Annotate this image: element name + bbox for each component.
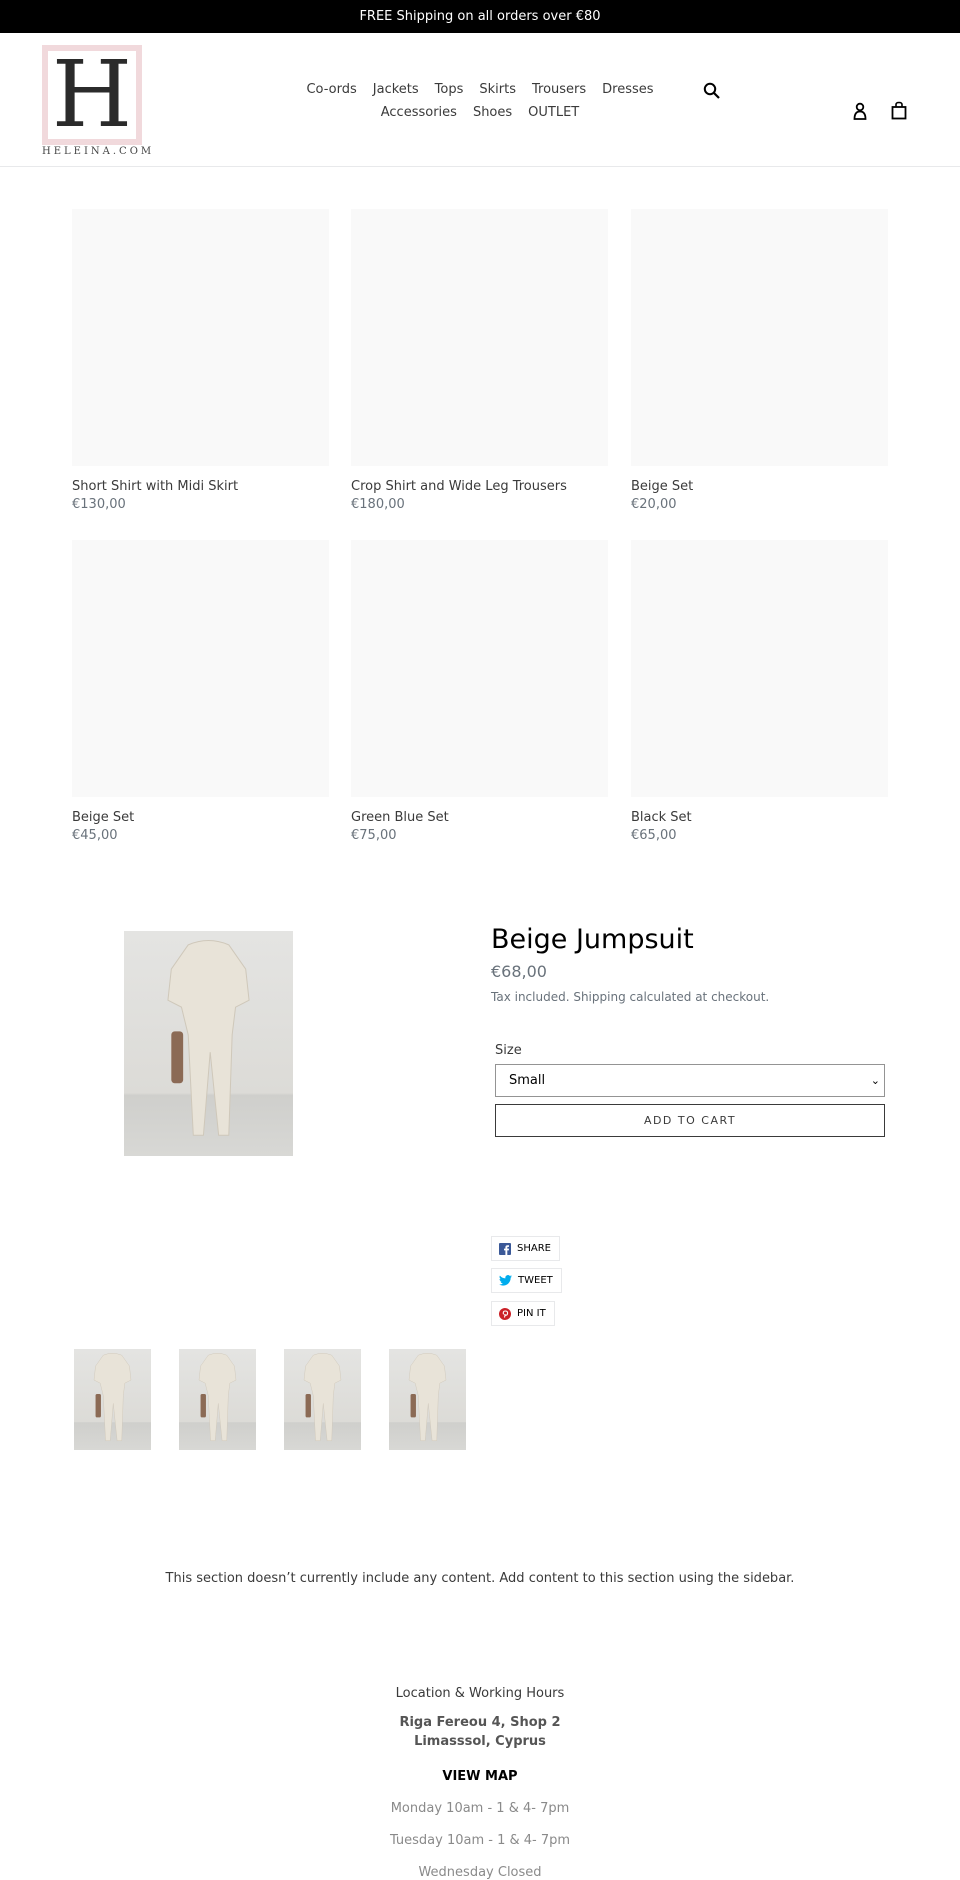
pinterest-pin-button[interactable]: PIN IT [491, 1301, 555, 1326]
product-card-image[interactable] [72, 540, 329, 797]
tax-note: Tax included. Shipping calculated at che… [491, 990, 770, 1004]
product-title: Beige Jumpsuit [491, 924, 694, 955]
facebook-icon [499, 1242, 511, 1255]
add-to-cart-button[interactable]: ADD TO CART [495, 1104, 885, 1137]
product-thumbnail[interactable] [179, 1349, 256, 1450]
product-price: €68,00 [491, 962, 547, 981]
product-thumbnail[interactable] [284, 1349, 361, 1450]
product-card-image[interactable] [631, 540, 888, 797]
user-icon[interactable] [852, 102, 868, 120]
product-card-price: €45,00 [72, 828, 118, 843]
product-card-price: €130,00 [72, 497, 126, 512]
nav-co-ords[interactable]: Co-ords [306, 82, 356, 97]
hours-wednesday: Wednesday Closed [418, 1865, 542, 1880]
footer-heading: Location & Working Hours [395, 1686, 565, 1701]
pin-it-label: PIN IT [517, 1308, 546, 1319]
product-thumbnail[interactable] [74, 1349, 151, 1450]
nav-tops[interactable]: Tops [435, 82, 464, 97]
tweet-label: TWEET [518, 1275, 553, 1286]
nav-dresses[interactable]: Dresses [602, 82, 653, 97]
product-card-price: €180,00 [351, 497, 405, 512]
hours-tuesday: Tuesday 10am - 1 & 4- 7pm [389, 1833, 571, 1848]
main-nav: Co-ords Jackets Tops Skirts Trousers Dresses … [290, 78, 670, 124]
nav-shoes[interactable]: Shoes [473, 105, 512, 120]
footer-address-line1: Riga Fereou 4, Shop 2 [399, 1715, 561, 1730]
product-card-image[interactable] [631, 209, 888, 466]
product-card-price: €75,00 [351, 828, 397, 843]
logo[interactable]: H [42, 45, 142, 145]
product-main-image[interactable] [124, 931, 293, 1156]
nav-jackets[interactable]: Jackets [373, 82, 419, 97]
nav-skirts[interactable]: Skirts [479, 82, 516, 97]
view-map-link[interactable]: VIEW MAP [0, 1769, 960, 1784]
size-select-value: Small [509, 1073, 546, 1088]
twitter-icon [499, 1275, 512, 1286]
product-card-image[interactable] [72, 209, 329, 466]
share-label: SHARE [517, 1243, 551, 1254]
twitter-tweet-button[interactable]: TWEET [491, 1268, 562, 1293]
chevron-down-icon: ⌄ [870, 1074, 880, 1087]
pinterest-icon [499, 1307, 511, 1320]
product-card-title[interactable]: Beige Set [631, 479, 693, 494]
announcement-bar: FREE Shipping on all orders over €80 [0, 0, 960, 33]
nav-outlet[interactable]: OUTLET [528, 105, 579, 120]
facebook-share-button[interactable]: SHARE [491, 1236, 560, 1261]
product-card-image[interactable] [351, 209, 608, 466]
product-card-title[interactable]: Beige Set [72, 810, 134, 825]
product-card-title[interactable]: Green Blue Set [351, 810, 449, 825]
logo-letter: H [51, 41, 133, 148]
product-card-image[interactable] [351, 540, 608, 797]
product-card-price: €20,00 [631, 497, 677, 512]
product-thumbnail[interactable] [389, 1349, 466, 1450]
size-label: Size [495, 1043, 522, 1058]
product-card-title[interactable]: Crop Shirt and Wide Leg Trousers [351, 479, 567, 494]
search-icon[interactable] [703, 82, 721, 100]
product-card-price: €65,00 [631, 828, 677, 843]
product-card-title[interactable]: Short Shirt with Midi Skirt [72, 479, 238, 494]
logo-text: HELEINA.COM [42, 146, 155, 157]
announcement-text: FREE Shipping on all orders over €80 [359, 9, 601, 24]
nav-trousers[interactable]: Trousers [532, 82, 586, 97]
nav-accessories[interactable]: Accessories [381, 105, 457, 120]
shopping-bag-icon[interactable] [891, 101, 907, 120]
size-select[interactable]: Small ⌄ [495, 1064, 885, 1097]
empty-section-note: This section doesn’t currently include a… [165, 1571, 795, 1586]
hours-monday: Monday 10am - 1 & 4- 7pm [390, 1801, 570, 1816]
footer-address-line2: Limasssol, Cyprus [414, 1734, 546, 1749]
product-card-title[interactable]: Black Set [631, 810, 692, 825]
